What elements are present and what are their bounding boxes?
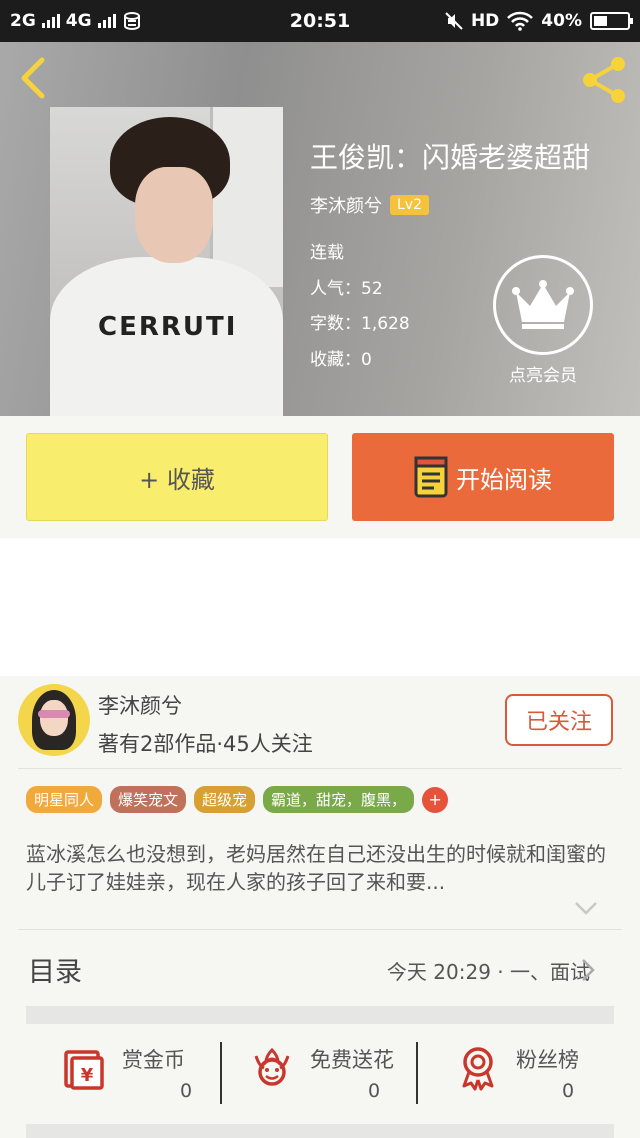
svg-text:¥: ¥ bbox=[81, 1065, 94, 1086]
status-right: HD 40% bbox=[445, 11, 633, 31]
catalog-row[interactable]: 目录 今天 20:29 · 一、面试 bbox=[0, 932, 640, 1006]
divider bbox=[18, 929, 622, 930]
stat-label: 赏金币 bbox=[122, 1048, 185, 1072]
share-icon bbox=[583, 57, 625, 103]
battery-fill bbox=[594, 16, 607, 26]
catalog-latest-chapter: 今天 20:29 · 一、面试 bbox=[386, 960, 590, 984]
signal-icon bbox=[97, 14, 116, 28]
vip-label: 点亮会员 bbox=[509, 366, 577, 386]
chevron-right-icon bbox=[580, 958, 596, 982]
tag-item[interactable]: 霸道，甜宠，腹黑， bbox=[263, 786, 415, 813]
tag-list: 明星同人 爆笑宠文 超级宠 霸道，甜宠，腹黑， + bbox=[26, 786, 449, 813]
stat-value: 0 bbox=[368, 1080, 381, 1102]
book-popularity: 人气：52 bbox=[310, 279, 383, 299]
flower-icon bbox=[254, 1047, 290, 1086]
book-detail-page: 2G 4G 20:51 HD 40% CERRUTI 王俊凯：闪婚老婆超甜 李沐… bbox=[0, 0, 640, 1138]
avatar[interactable] bbox=[18, 684, 90, 756]
share-button[interactable] bbox=[578, 54, 630, 106]
free-flower-button[interactable]: 免费送花 0 bbox=[248, 1024, 418, 1124]
stat-label: 粉丝榜 bbox=[516, 1048, 579, 1072]
status-left: 2G 4G bbox=[10, 11, 142, 31]
follow-button[interactable]: 已关注 bbox=[505, 694, 613, 746]
book-icon bbox=[414, 456, 448, 498]
section-divider bbox=[26, 1124, 614, 1138]
book-header: CERRUTI 王俊凯：闪婚老婆超甜 李沐颜兮 Lv2 连载 人气：52 字数：… bbox=[0, 42, 640, 416]
avatar-glasses bbox=[38, 710, 70, 718]
section-divider bbox=[26, 1006, 614, 1024]
book-word-count: 字数：1,628 bbox=[310, 314, 410, 334]
chevron-down-icon bbox=[575, 902, 597, 915]
divider bbox=[220, 1042, 222, 1104]
divider bbox=[416, 1042, 418, 1104]
divider bbox=[18, 768, 622, 769]
expand-intro-button[interactable] bbox=[574, 900, 598, 916]
stat-value: 0 bbox=[562, 1080, 575, 1102]
stat-label: 免费送花 bbox=[310, 1048, 394, 1072]
battery-percent: 40% bbox=[541, 11, 582, 31]
cover-shirt-text: CERRUTI bbox=[98, 312, 238, 342]
mute-icon bbox=[445, 12, 463, 30]
blank-area bbox=[0, 538, 640, 676]
avatar-face bbox=[40, 700, 68, 736]
wifi-icon bbox=[507, 11, 534, 31]
start-reading-label: 开始阅读 bbox=[456, 465, 552, 494]
action-bar: + 收藏 开始阅读 bbox=[0, 416, 640, 538]
book-favorites: 收藏：0 bbox=[310, 350, 372, 370]
chevron-left-icon bbox=[21, 57, 45, 99]
tag-item[interactable]: 爆笑宠文 bbox=[110, 786, 187, 813]
status-bar: 2G 4G 20:51 HD 40% bbox=[0, 0, 640, 42]
network-label-2g: 2G bbox=[10, 11, 36, 31]
author-card: 李沐颜兮 著有2部作品·45人关注 已关注 bbox=[0, 676, 640, 768]
reward-coin-button[interactable]: ¥ 赏金币 0 bbox=[60, 1024, 220, 1124]
book-intro: 蓝冰溪怎么也没想到，老妈居然在自己还没出生的时候就和闺蜜的儿子订了娃娃亲，现在人… bbox=[26, 842, 606, 894]
start-reading-button[interactable]: 开始阅读 bbox=[352, 433, 614, 521]
book-author-name[interactable]: 李沐颜兮 bbox=[310, 192, 382, 218]
book-status: 连载 bbox=[310, 243, 344, 263]
battery-icon bbox=[590, 12, 633, 30]
catalog-title: 目录 bbox=[28, 957, 82, 988]
cover-face bbox=[135, 167, 213, 263]
book-title: 王俊凯：闪婚老婆超甜 bbox=[310, 141, 591, 174]
author-stats: 著有2部作品·45人关注 bbox=[98, 732, 313, 756]
signal-icon bbox=[41, 14, 60, 28]
medal-icon bbox=[462, 1047, 494, 1091]
network-label-4g: 4G bbox=[65, 11, 92, 31]
fan-ranking-button[interactable]: 粉丝榜 0 bbox=[454, 1024, 604, 1124]
bottom-stats: ¥ 赏金币 0 免费送花 0 粉丝榜 0 bbox=[26, 1024, 614, 1124]
vip-circle bbox=[493, 255, 593, 355]
vip-button[interactable]: 点亮会员 bbox=[493, 255, 593, 386]
more-tags-button[interactable]: + bbox=[422, 786, 449, 813]
book-author-line: 李沐颜兮 Lv2 bbox=[310, 192, 429, 218]
hd-label: HD bbox=[470, 11, 500, 31]
stat-value: 0 bbox=[180, 1080, 193, 1102]
level-badge: Lv2 bbox=[390, 195, 429, 215]
collect-button[interactable]: + 收藏 bbox=[26, 433, 328, 521]
tag-item[interactable]: 明星同人 bbox=[26, 786, 103, 813]
book-cover-image[interactable]: CERRUTI bbox=[50, 107, 283, 416]
tag-item[interactable]: 超级宠 bbox=[194, 786, 256, 813]
crown-icon bbox=[512, 280, 574, 329]
data-saver-icon bbox=[123, 12, 140, 31]
reward-coin-icon: ¥ bbox=[64, 1050, 104, 1090]
author-name[interactable]: 李沐颜兮 bbox=[98, 690, 182, 720]
back-button[interactable] bbox=[14, 56, 54, 100]
